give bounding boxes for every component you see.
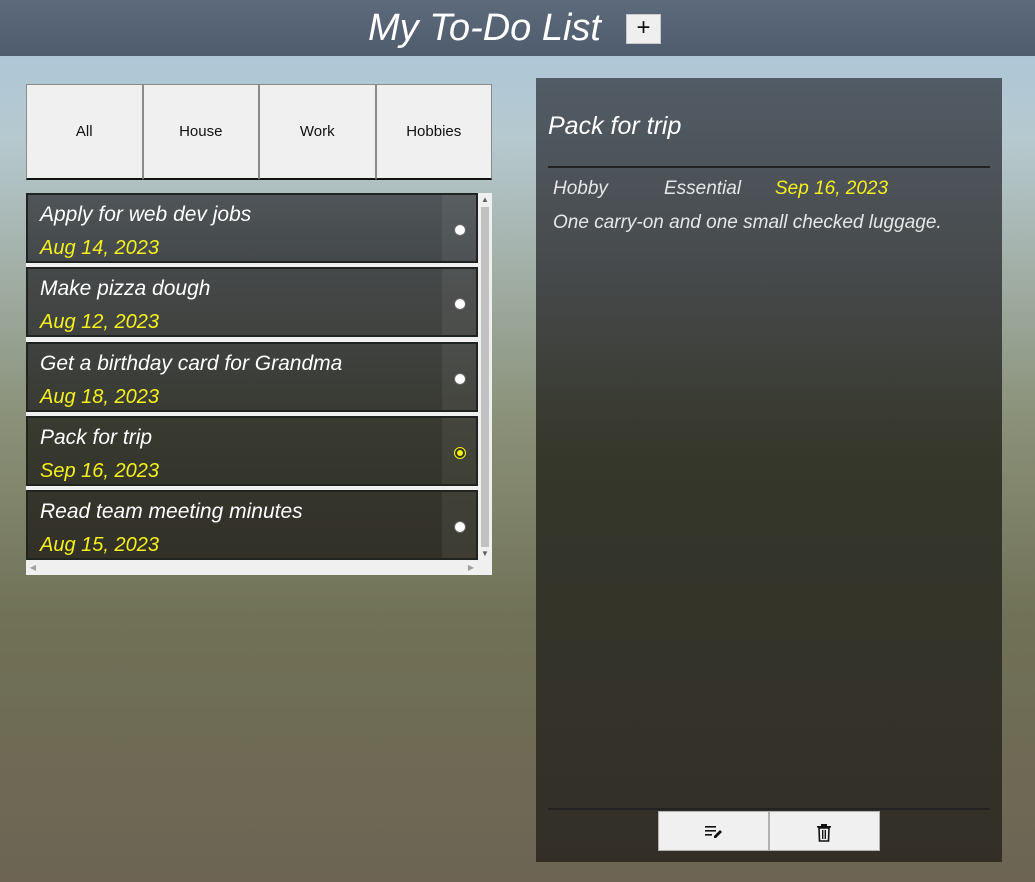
scroll-up-arrow-icon[interactable]: ▲ bbox=[478, 193, 492, 207]
edit-button[interactable] bbox=[658, 811, 769, 851]
todo-item-title: Apply for web dev jobs bbox=[40, 203, 252, 226]
app-title: My To-Do List bbox=[368, 7, 601, 49]
todo-select-area bbox=[442, 269, 476, 336]
detail-category: Hobby bbox=[553, 178, 608, 199]
todo-item-title: Make pizza dough bbox=[40, 277, 211, 301]
todo-item-date: Aug 18, 2023 bbox=[40, 385, 159, 408]
app-header: My To-Do List + bbox=[0, 0, 1035, 56]
todo-item[interactable]: Get a birthday card for Grandma Aug 18, … bbox=[26, 341, 478, 412]
todo-item-date: Aug 15, 2023 bbox=[40, 534, 159, 557]
trash-icon bbox=[817, 824, 831, 842]
delete-button[interactable] bbox=[769, 811, 880, 851]
add-todo-button[interactable]: + bbox=[626, 14, 661, 44]
todo-select-radio[interactable] bbox=[454, 372, 466, 385]
todo-detail-panel: Pack for trip Hobby Essential Sep 16, 20… bbox=[536, 78, 1002, 862]
todo-item-date: Sep 16, 2023 bbox=[40, 459, 159, 482]
todo-select-radio-checked[interactable] bbox=[454, 446, 466, 459]
detail-divider-top bbox=[548, 166, 990, 168]
todo-select-area bbox=[442, 417, 476, 484]
tab-house[interactable]: House bbox=[142, 84, 259, 180]
detail-priority: Essential bbox=[664, 178, 742, 199]
tab-work[interactable]: Work bbox=[259, 84, 376, 180]
todo-select-radio[interactable] bbox=[454, 224, 466, 236]
detail-divider-bottom bbox=[548, 808, 990, 810]
vertical-scroll-thumb[interactable] bbox=[481, 207, 489, 547]
detail-date: Sep 16, 2023 bbox=[775, 178, 889, 199]
todo-item[interactable]: Apply for web dev jobs Aug 14, 2023 bbox=[26, 193, 478, 263]
category-tabs: All House Work Hobbies bbox=[26, 84, 492, 180]
todo-select-area bbox=[442, 195, 476, 261]
todo-item-date: Aug 12, 2023 bbox=[40, 311, 159, 334]
todo-item[interactable]: Pack for trip Sep 16, 2023 bbox=[26, 415, 478, 486]
todo-list: Apply for web dev jobs Aug 14, 2023 Make… bbox=[26, 193, 478, 561]
todo-item[interactable]: Read team meeting minutes Aug 15, 2023 bbox=[26, 490, 478, 561]
edit-list-icon bbox=[705, 826, 722, 838]
todo-item-date: Aug 14, 2023 bbox=[40, 237, 159, 259]
todo-select-radio[interactable] bbox=[454, 521, 466, 534]
tab-hobbies[interactable]: Hobbies bbox=[375, 84, 492, 180]
detail-description: One carry-on and one small checked lugga… bbox=[553, 212, 942, 233]
todo-select-area bbox=[442, 343, 476, 410]
vertical-scrollbar[interactable]: ▲ ▼ bbox=[478, 193, 492, 561]
horizontal-scrollbar[interactable]: ◀ ▶ bbox=[26, 561, 478, 575]
detail-title: Pack for trip bbox=[548, 112, 682, 140]
todo-select-radio[interactable] bbox=[454, 298, 466, 311]
todo-item-title: Pack for trip bbox=[40, 425, 153, 449]
scroll-down-arrow-icon[interactable]: ▼ bbox=[478, 547, 492, 561]
scroll-left-arrow-icon[interactable]: ◀ bbox=[26, 561, 40, 575]
scroll-right-arrow-icon[interactable]: ▶ bbox=[464, 561, 478, 575]
todo-select-area bbox=[442, 492, 476, 559]
todo-item[interactable]: Make pizza dough Aug 12, 2023 bbox=[26, 267, 478, 338]
todo-item-title: Get a birthday card for Grandma bbox=[40, 351, 343, 375]
todo-item-title: Read team meeting minutes bbox=[40, 500, 303, 524]
todo-list-panel: Apply for web dev jobs Aug 14, 2023 Make… bbox=[26, 193, 492, 575]
tab-all[interactable]: All bbox=[26, 84, 143, 180]
